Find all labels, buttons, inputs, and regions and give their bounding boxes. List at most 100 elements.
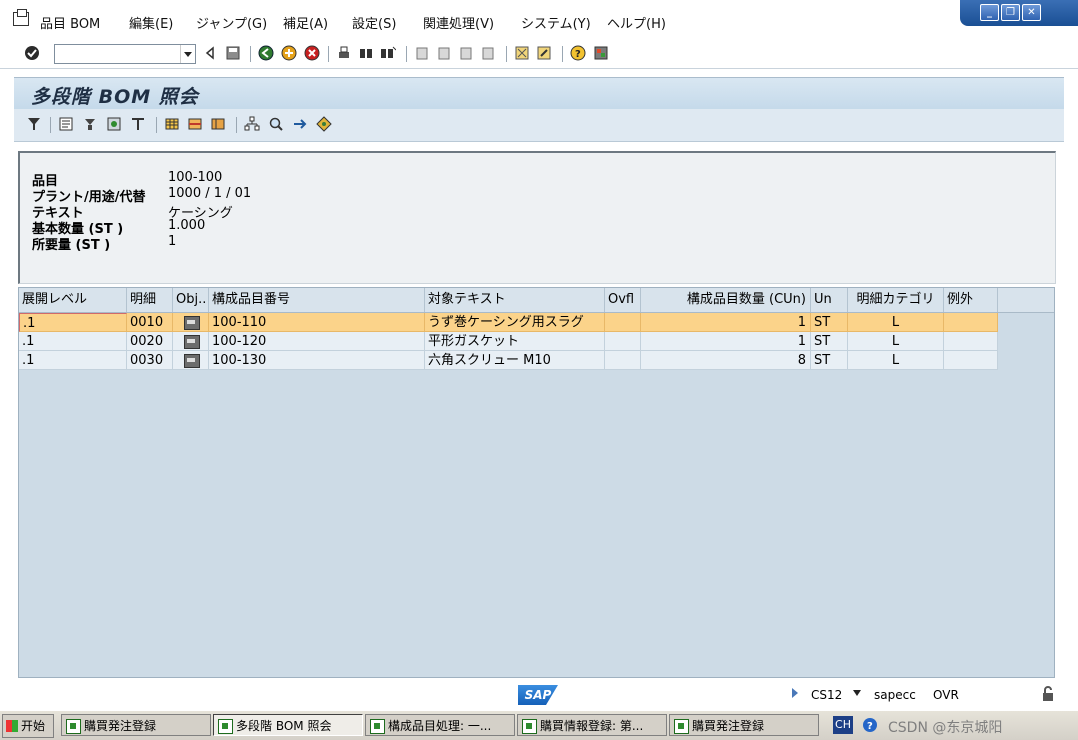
next-page-icon[interactable]	[458, 45, 474, 61]
column-header-exception[interactable]: 例外	[944, 288, 998, 312]
cell-level[interactable]: .1	[19, 332, 127, 351]
print-icon[interactable]	[336, 45, 352, 61]
column-icon[interactable]	[130, 116, 146, 132]
previous-page-icon[interactable]	[436, 45, 452, 61]
table-row[interactable]: .1 0010 100-110 うず巻ケーシング用スラグ 1 ST L	[19, 313, 998, 332]
cell-object[interactable]	[173, 313, 209, 332]
cell-category[interactable]: L	[848, 332, 944, 351]
refresh-icon[interactable]	[106, 116, 122, 132]
cell-component[interactable]: 100-110	[209, 313, 425, 332]
taskbar-item[interactable]: 購買発注登録	[669, 714, 819, 736]
hierarchy-icon[interactable]	[244, 116, 260, 132]
menu-goto[interactable]: ジャンプ(G)	[196, 13, 267, 32]
cell-item[interactable]: 0020	[127, 332, 173, 351]
cell-unit[interactable]: ST	[811, 332, 848, 351]
back-triangle-icon[interactable]	[202, 45, 218, 61]
status-expand-icon[interactable]	[790, 687, 800, 699]
bom-grid: 展開レベル 明細 Obj.. 構成品目番号 対象テキスト Ovfl 構成品目数量…	[18, 287, 1055, 678]
diamond-icon[interactable]	[316, 116, 332, 132]
first-page-icon[interactable]	[414, 45, 430, 61]
taskbar-item[interactable]: 構成品目処理: 一...	[365, 714, 515, 736]
cell-ovfl[interactable]	[605, 332, 641, 351]
last-page-icon[interactable]	[480, 45, 496, 61]
menu-environment[interactable]: 関連処理(V)	[423, 13, 494, 32]
cell-unit[interactable]: ST	[811, 351, 848, 370]
cell-exception[interactable]	[944, 332, 998, 351]
taskbar-item[interactable]: 購買発注登録	[61, 714, 211, 736]
cell-text[interactable]: うず巻ケーシング用スラグ	[425, 313, 605, 332]
magnifier-icon[interactable]	[268, 116, 284, 132]
column-header-explosion-level[interactable]: 展開レベル	[19, 288, 127, 312]
cell-exception[interactable]	[944, 351, 998, 370]
close-button[interactable]: ✕	[1022, 4, 1041, 21]
exit-icon[interactable]	[281, 45, 297, 61]
shortcut-icon[interactable]	[536, 45, 552, 61]
language-indicator[interactable]: CH	[833, 716, 853, 734]
lock-icon[interactable]	[1040, 686, 1056, 702]
cell-exception[interactable]	[944, 313, 998, 332]
minimize-button[interactable]: _	[980, 4, 999, 21]
header-info-panel: 品目 100-100 プラント/用途/代替 1000 / 1 / 01 テキスト…	[18, 151, 1056, 284]
cell-unit[interactable]: ST	[811, 313, 848, 332]
back-icon[interactable]	[258, 45, 274, 61]
cell-text[interactable]: 六角スクリュー M10	[425, 351, 605, 370]
sort-icon[interactable]	[82, 116, 98, 132]
cell-category[interactable]: L	[848, 351, 944, 370]
layout-icon[interactable]	[210, 116, 226, 132]
system-menu-icon[interactable]	[13, 9, 29, 26]
help-icon[interactable]: ?	[862, 717, 878, 733]
taskbar-item[interactable]: 購買情報登録: 第...	[517, 714, 667, 736]
cell-ovfl[interactable]	[605, 313, 641, 332]
menu-extras[interactable]: 補足(A)	[283, 13, 328, 32]
cell-object[interactable]	[173, 332, 209, 351]
column-header-component-number[interactable]: 構成品目番号	[209, 288, 425, 312]
customize-layout-icon[interactable]	[593, 45, 609, 61]
cell-object[interactable]	[173, 351, 209, 370]
table-row[interactable]: .1 0020 100-120 平形ガスケット 1 ST L	[19, 332, 998, 351]
restore-button[interactable]: ❐	[1001, 4, 1020, 21]
insert-row-icon[interactable]	[187, 116, 203, 132]
cell-text[interactable]: 平形ガスケット	[425, 332, 605, 351]
table-row[interactable]: .1 0030 100-130 六角スクリュー M10 8 ST L	[19, 351, 998, 370]
start-button[interactable]: 开始	[2, 714, 54, 738]
detail-icon[interactable]	[58, 116, 74, 132]
command-field[interactable]	[54, 44, 196, 64]
column-header-item[interactable]: 明細	[127, 288, 173, 312]
column-header-object-text[interactable]: 対象テキスト	[425, 288, 605, 312]
cell-quantity[interactable]: 8	[641, 351, 811, 370]
cell-component[interactable]: 100-130	[209, 351, 425, 370]
find-icon[interactable]	[358, 45, 374, 61]
navigate-icon[interactable]	[292, 116, 308, 132]
cell-quantity[interactable]: 1	[641, 313, 811, 332]
column-header-object[interactable]: Obj..	[173, 288, 209, 312]
cell-level[interactable]: .1	[19, 351, 127, 370]
cell-ovfl[interactable]	[605, 351, 641, 370]
cell-level[interactable]: .1	[19, 313, 127, 332]
table-icon[interactable]	[164, 116, 180, 132]
menu-material-bom[interactable]: 品目 BOM	[40, 13, 100, 32]
cancel-icon[interactable]	[304, 45, 320, 61]
help-icon[interactable]: ?	[570, 45, 586, 61]
column-header-component-quantity[interactable]: 構成品目数量 (CUn)	[641, 288, 811, 312]
cell-item[interactable]: 0010	[127, 313, 173, 332]
cell-category[interactable]: L	[848, 313, 944, 332]
new-session-icon[interactable]	[514, 45, 530, 61]
chevron-down-icon[interactable]	[852, 689, 862, 697]
menu-system[interactable]: システム(Y)	[521, 13, 591, 32]
menu-help[interactable]: ヘルプ(H)	[607, 13, 666, 32]
menu-settings[interactable]: 設定(S)	[352, 13, 396, 32]
cell-item[interactable]: 0030	[127, 351, 173, 370]
column-header-unit[interactable]: Un	[811, 288, 848, 312]
enter-checkmark-icon[interactable]	[24, 45, 40, 61]
filter-icon[interactable]	[26, 116, 42, 132]
cell-component[interactable]: 100-120	[209, 332, 425, 351]
chevron-down-icon[interactable]	[180, 45, 195, 63]
toolbar-separator	[50, 117, 51, 133]
find-next-icon[interactable]	[380, 45, 396, 61]
column-header-overflow[interactable]: Ovfl	[605, 288, 641, 312]
column-header-item-category[interactable]: 明細カテゴリ	[848, 288, 944, 312]
save-icon[interactable]	[225, 45, 241, 61]
cell-quantity[interactable]: 1	[641, 332, 811, 351]
taskbar-item[interactable]: 多段階 BOM 照会	[213, 714, 363, 736]
menu-edit[interactable]: 編集(E)	[129, 13, 173, 32]
